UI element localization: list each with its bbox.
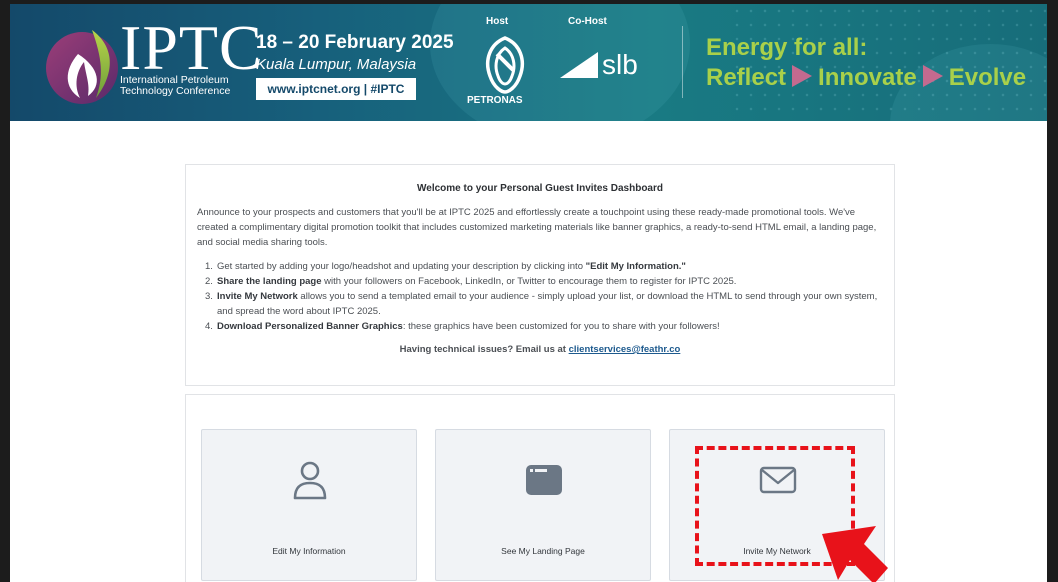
page: IPTC International Petroleum Technology …: [10, 4, 1047, 582]
step-highlight: Download Personalized Banner Graphics: [217, 321, 403, 332]
step-item: 1. Get started by adding your logo/headsh…: [205, 259, 883, 274]
conference-banner: IPTC International Petroleum Technology …: [10, 4, 1047, 121]
step-item: 3. Invite My Network allows you to send a…: [205, 289, 883, 319]
support-line: Having technical issues? Email us at cli…: [197, 344, 883, 355]
tagline-word-innovate: Innovate: [818, 64, 917, 91]
logo-subtitle-line2: Technology Conference: [120, 85, 231, 97]
welcome-card: Welcome to your Personal Guest Invites D…: [185, 164, 895, 386]
svg-text:slb: slb: [602, 49, 638, 80]
tagline-headline: Energy for all:: [706, 34, 868, 61]
cohost-label: Co-Host: [568, 16, 607, 27]
step-number: 2.: [205, 276, 213, 287]
step-text: with your followers on Facebook, LinkedI…: [321, 276, 737, 287]
see-my-landing-page-tile[interactable]: See My Landing Page: [435, 429, 651, 581]
user-icon: [293, 461, 327, 500]
step-highlight: "Edit My Information.": [585, 261, 686, 272]
welcome-title: Welcome to your Personal Guest Invites D…: [417, 183, 663, 194]
slb-logo: slb: [560, 49, 638, 80]
banner-divider: [682, 26, 683, 98]
tile-label: Edit My Information: [272, 546, 346, 556]
step-item: 2. Share the landing page with your follo…: [205, 274, 883, 289]
tagline-word-reflect: Reflect: [706, 64, 787, 91]
tagline-word-evolve: Evolve: [948, 64, 1027, 91]
step-item: 4. Download Personalized Banner Graphics:…: [205, 319, 883, 334]
petronas-wordmark: PETRONAS: [467, 95, 523, 106]
iptc-flame-logo: [46, 30, 118, 104]
instruction-steps: 1. Get started by adding your logo/headsh…: [197, 259, 883, 334]
host-label: Host: [486, 16, 509, 27]
tagline-words: Reflect Innovate Evolve: [706, 64, 1026, 92]
support-email-link[interactable]: clientservices@feathr.co: [569, 344, 681, 355]
event-website: www.iptcnet.org | #IPTC: [256, 78, 416, 100]
arrow-right-icon: [792, 65, 813, 87]
step-number: 3.: [205, 291, 213, 302]
step-number: 4.: [205, 321, 213, 332]
event-dates: 18 – 20 February 2025: [256, 32, 454, 53]
step-text: : these graphics have been customized fo…: [402, 321, 720, 332]
step-highlight: Share the landing page: [217, 276, 322, 287]
red-pointer-arrow-icon: [822, 526, 888, 582]
welcome-intro: Announce to your prospects and customers…: [197, 207, 877, 248]
step-number: 1.: [205, 261, 213, 272]
tile-label: See My Landing Page: [501, 546, 585, 556]
petronas-logo: [485, 36, 525, 94]
step-highlight: Invite My Network: [217, 291, 298, 302]
browser-window-icon: [526, 465, 562, 495]
iptc-wordmark: IPTC: [120, 12, 263, 83]
step-text: allows you to send a templated email to …: [217, 291, 878, 317]
step-text: Get started by adding your logo/headshot…: [217, 261, 586, 272]
event-location: Kuala Lumpur, Malaysia: [256, 56, 417, 73]
support-text: Having technical issues? Email us at: [399, 344, 569, 355]
edit-my-information-tile[interactable]: Edit My Information: [201, 429, 417, 581]
arrow-right-icon: [922, 65, 943, 87]
